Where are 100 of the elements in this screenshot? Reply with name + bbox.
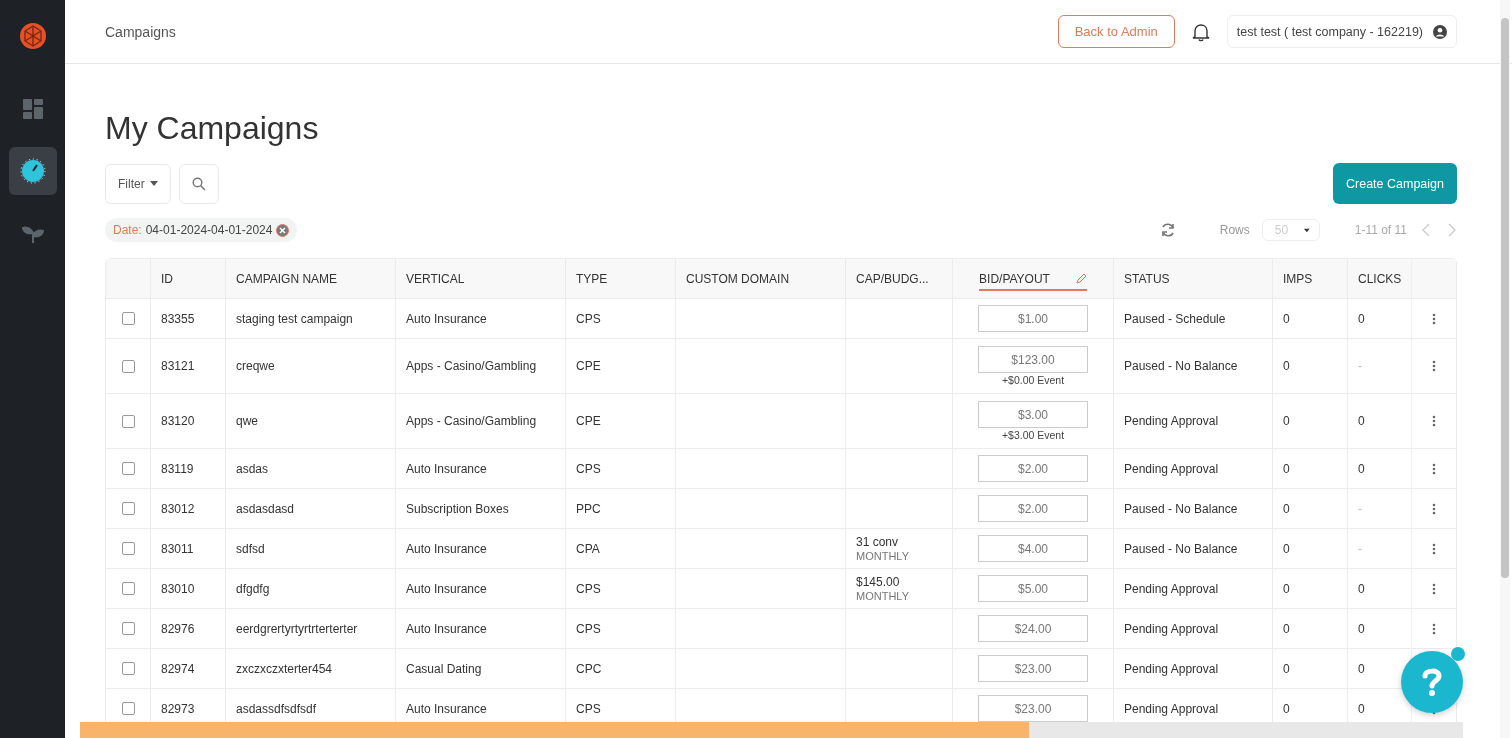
cap-value: $145.00	[856, 575, 900, 589]
page-range: 1-11 of 11	[1354, 223, 1407, 237]
sidebar-item[interactable]	[8, 147, 57, 195]
row-checkbox[interactable]	[121, 622, 135, 635]
rows-label: Rows	[1219, 223, 1250, 237]
event-bid: +$0.00 Event	[1001, 374, 1065, 386]
bid-input-field[interactable]: $2.00	[978, 495, 1088, 522]
cap-period: MONTHLY	[856, 550, 909, 562]
table-cell: 0	[1283, 359, 1290, 373]
search-button[interactable]	[178, 163, 219, 204]
table-cell: 83355	[161, 311, 195, 326]
table-cell: creqwe	[236, 359, 275, 373]
table-cell: -	[1358, 541, 1362, 556]
table-cell: 0	[1358, 311, 1365, 326]
remove-icon[interactable]	[276, 223, 290, 237]
chip-label: Date:	[113, 223, 142, 237]
row-checkbox[interactable]	[121, 414, 135, 428]
status-text: Pending Approval	[1124, 661, 1219, 676]
more-options-icon[interactable]	[1432, 502, 1436, 515]
user-menu[interactable]: test test ( test company - 162219)	[1226, 15, 1457, 48]
row-checkbox[interactable]	[121, 662, 135, 675]
bid-input-field[interactable]: $4.00	[978, 535, 1088, 562]
notification-dot	[1451, 647, 1465, 661]
table-cell: 83012	[161, 501, 195, 516]
column-header: CAMPAIGN NAME	[236, 271, 338, 286]
refresh-icon[interactable]	[1159, 222, 1176, 238]
bid-input-field[interactable]: $24.00	[978, 615, 1088, 642]
table-cell: Subscription Boxes	[406, 501, 509, 516]
breadcrumb: Campaigns	[105, 23, 176, 40]
row-checkbox[interactable]	[121, 542, 135, 555]
previous-page-icon[interactable]	[1421, 223, 1431, 237]
table-cell: 83119	[161, 461, 194, 476]
table-cell: 0	[1358, 661, 1365, 676]
bid-input-field[interactable]: $5.00	[978, 575, 1088, 602]
create-campaign-button[interactable]: Create Campaign	[1333, 163, 1457, 204]
table-cell: 0	[1283, 701, 1290, 716]
row-checkbox[interactable]	[121, 312, 135, 325]
table-cell: asdassdfsdfsdf	[236, 701, 317, 716]
table-cell: 0	[1283, 581, 1290, 596]
table-cell: asdasdasd	[236, 501, 295, 516]
status-text: Pending Approval	[1124, 621, 1219, 636]
table-cell: asdas	[236, 461, 269, 476]
user-name: test test ( test company - 162219)	[1236, 24, 1423, 39]
table-cell: 0	[1358, 414, 1365, 428]
table-cell: 0	[1358, 461, 1365, 476]
column-header: VERTICAL	[406, 271, 465, 286]
table-cell: Apps - Casino/Gambling	[406, 414, 537, 428]
status-text: Pending Approval	[1124, 581, 1219, 596]
row-checkbox[interactable]	[121, 462, 135, 475]
next-page-icon[interactable]	[1447, 223, 1457, 237]
question-mark-icon	[1421, 667, 1443, 697]
table-cell: Auto Insurance	[406, 541, 487, 556]
table-cell: Apps - Casino/Gambling	[406, 359, 537, 373]
bid-input-field[interactable]: $123.00	[978, 346, 1088, 373]
status-text: Pending Approval	[1124, 414, 1219, 428]
table-cell: Auto Insurance	[406, 621, 487, 636]
status-text: Paused - Schedule	[1124, 311, 1226, 326]
status-text: Paused - No Balance	[1124, 359, 1238, 373]
table-cell: sdfsd	[236, 541, 265, 556]
row-checkbox[interactable]	[121, 582, 135, 595]
table-cell: qwe	[236, 414, 258, 428]
table-cell: 0	[1283, 541, 1290, 556]
event-bid: +$3.00 Event	[1001, 429, 1065, 441]
pencil-icon	[1075, 273, 1087, 284]
bid-input-field[interactable]: $2.00	[978, 455, 1088, 482]
bid-input-field[interactable]: $23.00	[978, 695, 1088, 722]
status-text: Paused - No Balance	[1124, 501, 1238, 516]
more-options-icon[interactable]	[1432, 312, 1436, 325]
table-cell: 83011	[161, 541, 194, 556]
table-cell: -	[1358, 359, 1362, 373]
more-options-icon[interactable]	[1432, 582, 1436, 595]
row-checkbox[interactable]	[121, 359, 135, 373]
table-cell: PPC	[576, 501, 601, 516]
more-options-icon[interactable]	[1432, 622, 1436, 635]
filter-button[interactable]: Filter	[105, 163, 171, 204]
more-options-icon[interactable]	[1432, 360, 1436, 372]
back-to-admin-button[interactable]: Back to Admin	[1057, 15, 1175, 48]
row-checkbox[interactable]	[121, 702, 135, 715]
notification-bell-icon[interactable]	[1190, 21, 1211, 42]
table-cell: 82973	[161, 701, 195, 716]
table-cell: staging test campaign	[236, 311, 353, 326]
more-options-icon[interactable]	[1432, 415, 1436, 427]
table-cell: 83120	[161, 414, 195, 428]
table-cell: 0	[1283, 501, 1290, 516]
table-cell: CPS	[576, 581, 601, 596]
table-cell: 0	[1283, 414, 1290, 428]
table-cell: Auto Insurance	[406, 311, 487, 326]
column-header: CUSTOM DOMAIN	[686, 271, 790, 286]
bid-input-field[interactable]: $1.00	[978, 305, 1088, 332]
more-options-icon[interactable]	[1432, 542, 1436, 555]
column-header[interactable]: BID/PAYOUT	[979, 266, 1087, 291]
table-cell: CPS	[576, 461, 601, 476]
bid-input-field[interactable]: $23.00	[978, 655, 1088, 682]
logo-icon	[18, 22, 47, 50]
more-options-icon[interactable]	[1432, 462, 1436, 475]
row-checkbox[interactable]	[121, 502, 135, 515]
table-cell: 0	[1283, 311, 1290, 326]
table-cell: 0	[1358, 581, 1365, 596]
bid-input-field[interactable]: $3.00	[978, 401, 1088, 428]
table-cell: 0	[1358, 621, 1365, 636]
